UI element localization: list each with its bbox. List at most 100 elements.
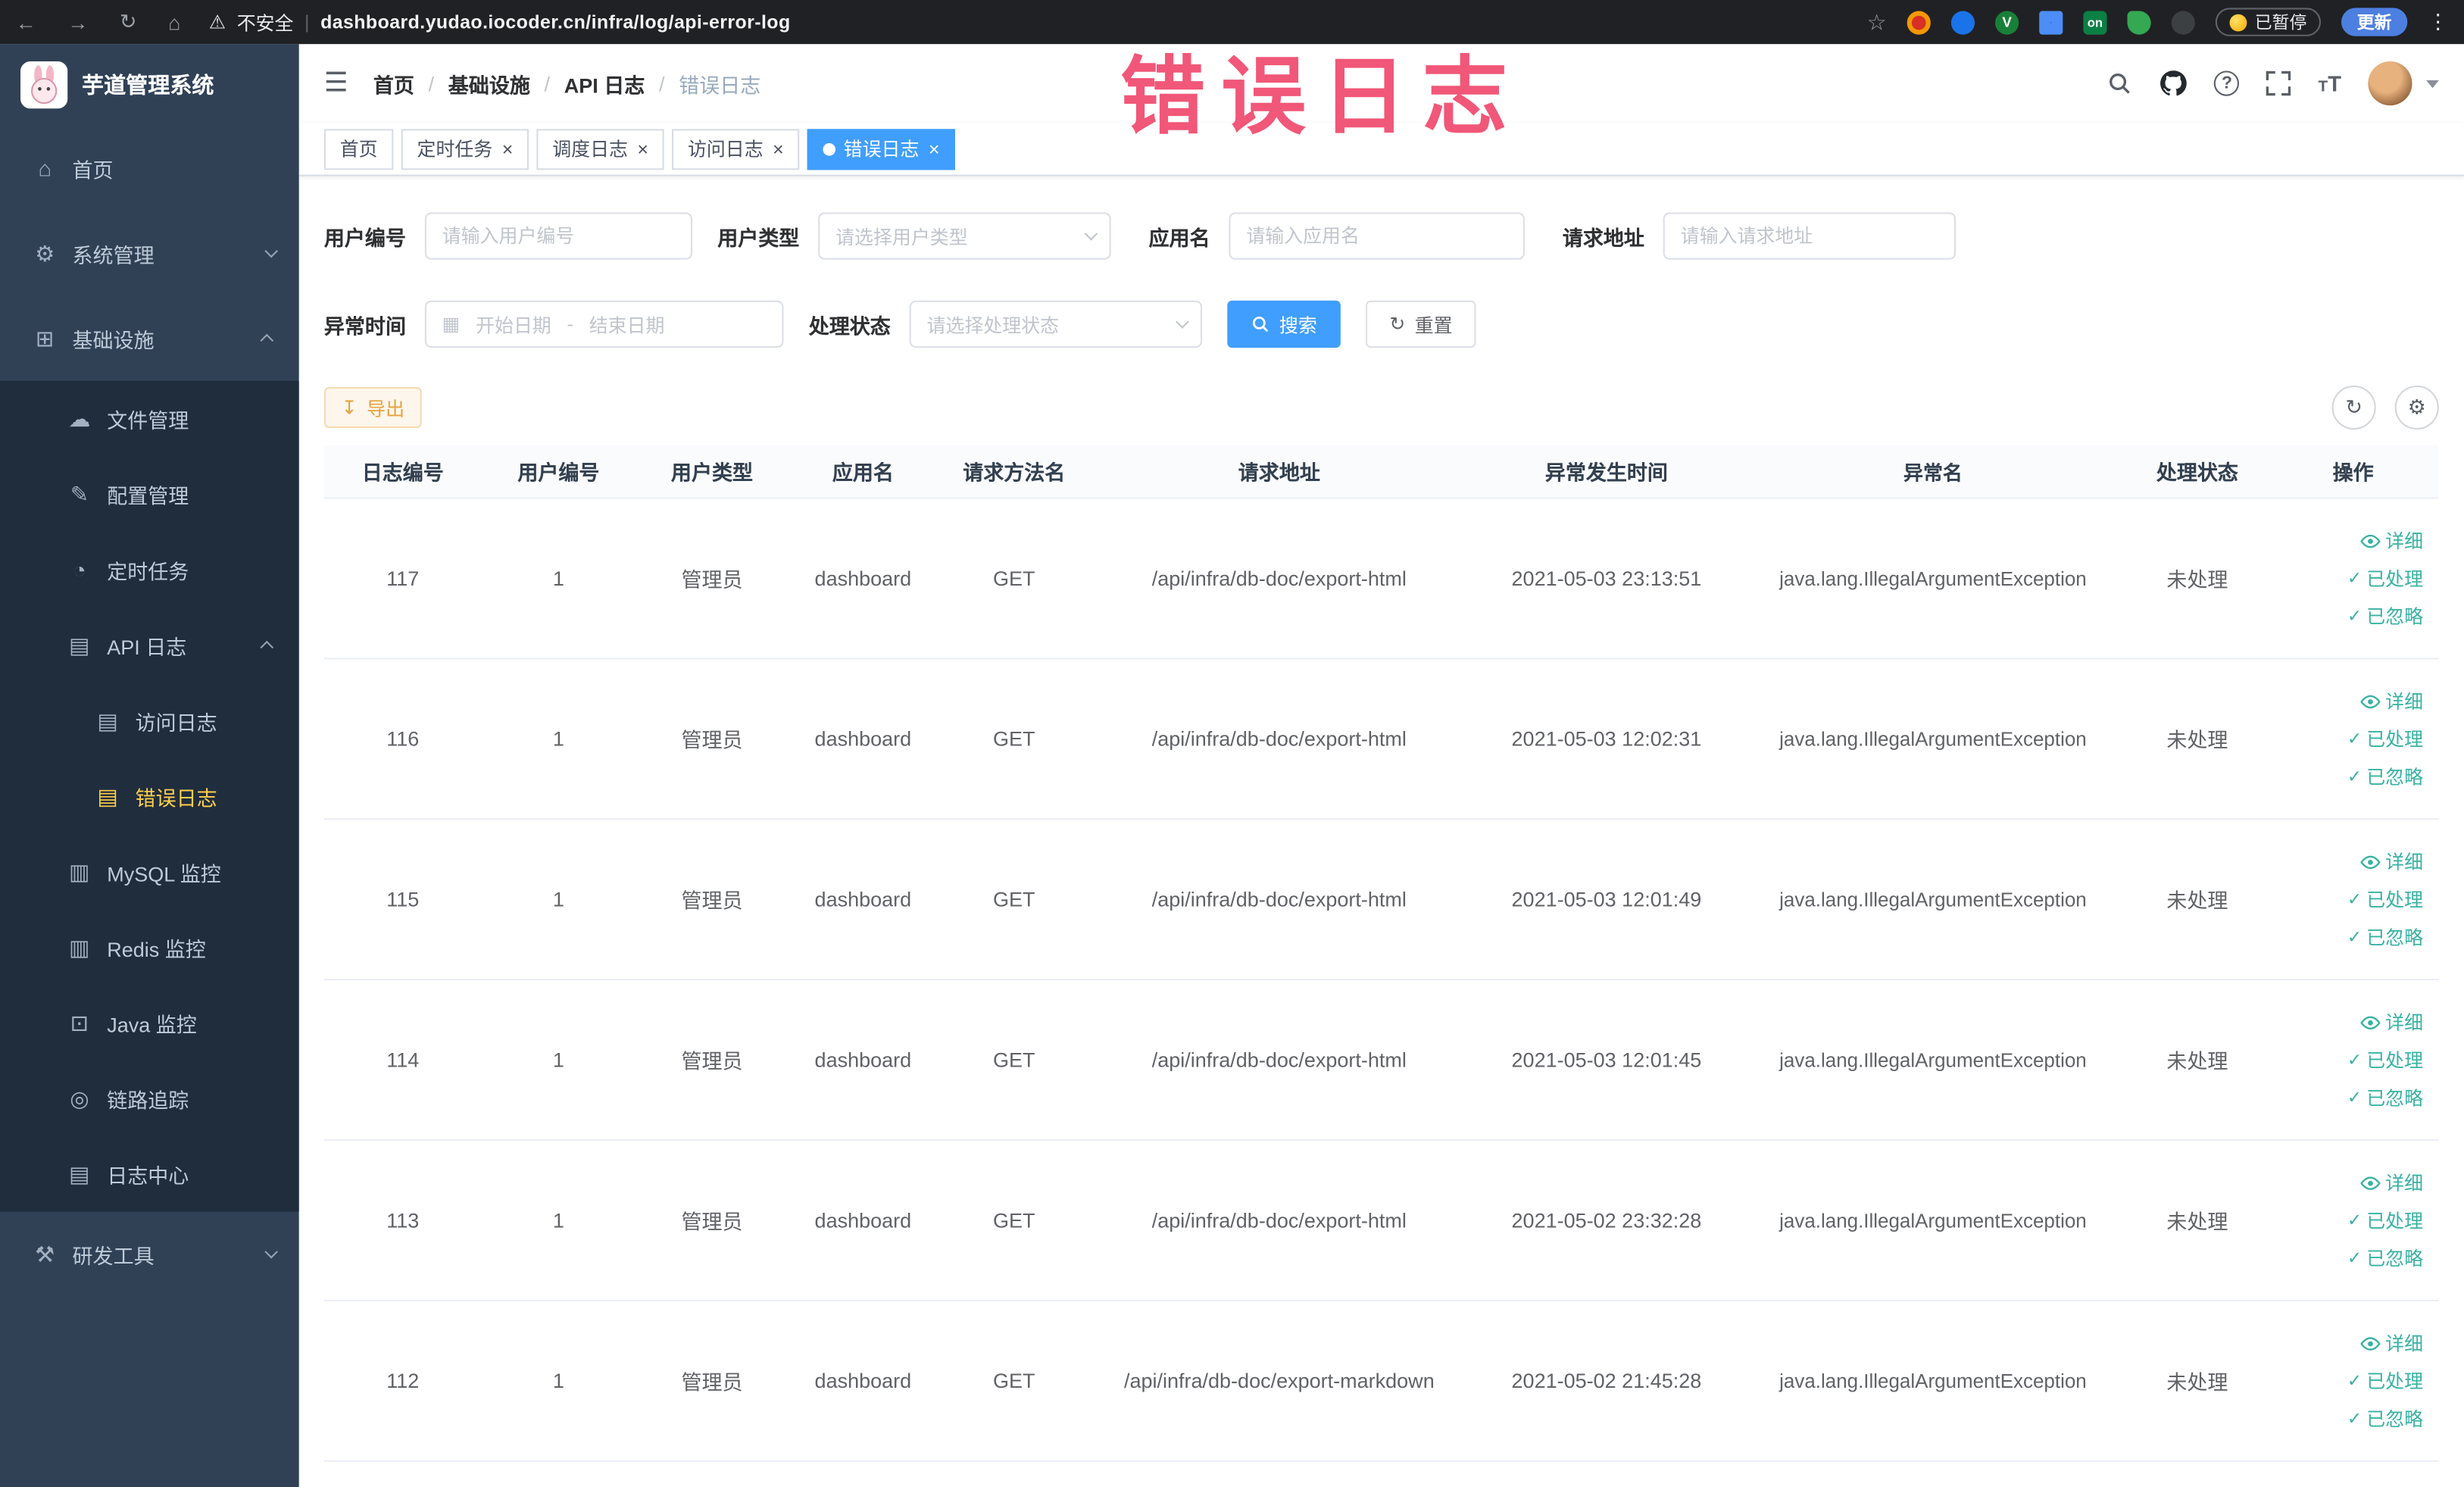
database-icon: ▥ bbox=[69, 858, 90, 884]
reload-icon[interactable]: ↻ bbox=[120, 9, 137, 34]
breadcrumb-home[interactable]: 首页 bbox=[373, 68, 414, 98]
forward-icon[interactable]: → bbox=[67, 11, 88, 34]
tab-scheduled-jobs[interactable]: 定时任务 × bbox=[401, 128, 529, 170]
detail-link[interactable]: 详细 bbox=[2360, 527, 2423, 554]
update-button[interactable]: 更新 bbox=[2341, 8, 2408, 36]
user-type-select[interactable]: 请选择用户类型 bbox=[818, 212, 1111, 260]
extension-blue-icon[interactable] bbox=[1950, 10, 1975, 34]
detail-link[interactable]: 详细 bbox=[2360, 688, 2423, 714]
ignored-link[interactable]: ✓ 已忽略 bbox=[2347, 1405, 2423, 1432]
avatar[interactable] bbox=[2368, 61, 2412, 106]
search-icon[interactable] bbox=[2107, 70, 2132, 95]
processed-link[interactable]: ✓ 已处理 bbox=[2347, 886, 2423, 913]
extension-on-badge[interactable]: on bbox=[2083, 10, 2107, 34]
close-icon[interactable]: × bbox=[502, 139, 514, 158]
github-icon[interactable] bbox=[2160, 69, 2188, 97]
ignored-link[interactable]: ✓ 已忽略 bbox=[2347, 1084, 2423, 1111]
sidebar-item-redis-monitor[interactable]: ▥ Redis 监控 bbox=[0, 909, 299, 986]
processed-link[interactable]: ✓ 已处理 bbox=[2347, 1367, 2423, 1394]
sidebar-item-system-management[interactable]: ⚙ 系统管理 bbox=[0, 211, 299, 295]
close-icon[interactable]: × bbox=[637, 139, 648, 158]
chevron-up-icon bbox=[260, 333, 274, 348]
sidebar-item-java-monitor[interactable]: ⊡ Java 监控 bbox=[0, 985, 299, 1061]
paused-badge[interactable]: 已暂停 bbox=[2215, 8, 2322, 36]
sidebar-item-infrastructure[interactable]: ⊞ 基础设施 bbox=[0, 296, 299, 381]
sidebar-item-config-management[interactable]: ✎ 配置管理 bbox=[0, 456, 299, 533]
extension-grid-icon[interactable] bbox=[2039, 10, 2063, 34]
column-settings-button[interactable]: ⚙ bbox=[2394, 385, 2439, 430]
export-button[interactable]: ↧ 导出 bbox=[323, 387, 422, 429]
sidebar-item-api-log[interactable]: ▤ API 日志 bbox=[0, 607, 299, 683]
sidebar-item-log-center[interactable]: ▤ 日志中心 bbox=[0, 1136, 299, 1212]
close-icon[interactable]: × bbox=[929, 139, 940, 158]
refresh-table-button[interactable]: ↻ bbox=[2331, 385, 2376, 430]
app-logo[interactable]: 芋道管理系统 bbox=[0, 44, 299, 126]
pencil-icon: ✎ bbox=[70, 480, 89, 506]
processed-link[interactable]: ✓ 已处理 bbox=[2347, 1046, 2423, 1073]
close-icon[interactable]: × bbox=[773, 139, 784, 158]
cell-log-id: 114 bbox=[386, 1048, 420, 1072]
extension-leaf-icon[interactable] bbox=[2127, 10, 2151, 34]
bookmark-star-icon[interactable]: ☆ bbox=[1867, 8, 1887, 35]
processed-link[interactable]: ✓ 已处理 bbox=[2347, 726, 2423, 752]
header-actions: ? TT bbox=[2107, 61, 2439, 106]
sidebar-item-error-log[interactable]: ▤ 错误日志 bbox=[0, 758, 299, 834]
home-icon[interactable]: ⌂ bbox=[168, 11, 180, 34]
breadcrumb-infrastructure[interactable]: 基础设施 bbox=[448, 68, 530, 98]
tab-home[interactable]: 首页 bbox=[323, 128, 394, 170]
address-bar[interactable]: ⚠ 不安全 | dashboard.yudao.iocoder.cn/infra… bbox=[209, 8, 791, 35]
detail-link[interactable]: 详细 bbox=[2360, 1009, 2423, 1036]
cell-status: 未处理 bbox=[2166, 728, 2228, 752]
chevron-down-icon bbox=[1176, 315, 1189, 329]
tab-error-log[interactable]: 错误日志 × bbox=[807, 128, 956, 170]
help-icon[interactable]: ? bbox=[2214, 70, 2240, 96]
fullscreen-icon[interactable] bbox=[2266, 70, 2291, 96]
tab-dispatch-log[interactable]: 调度日志 × bbox=[536, 128, 664, 170]
sidebar-item-scheduled-jobs[interactable]: ◔ 定时任务 bbox=[0, 532, 299, 608]
request-url-input[interactable] bbox=[1680, 225, 1939, 248]
extension-green-v-icon[interactable]: V bbox=[1995, 10, 2019, 34]
ignored-link[interactable]: ✓ 已忽略 bbox=[2347, 1245, 2423, 1271]
eye-icon: ◎ bbox=[70, 1085, 89, 1111]
tab-access-log[interactable]: 访问日志 × bbox=[672, 128, 800, 170]
sidebar-toggle-icon[interactable]: ☰ bbox=[324, 67, 348, 99]
detail-link[interactable]: 详细 bbox=[2360, 1329, 2423, 1356]
back-icon[interactable]: ← bbox=[16, 11, 36, 34]
cell-method: GET bbox=[993, 1208, 1035, 1232]
ignored-link[interactable]: ✓ 已忽略 bbox=[2347, 603, 2423, 629]
date-range-picker[interactable]: ▦ 开始日期 - 结束日期 bbox=[424, 300, 784, 348]
ignored-link[interactable]: ✓ 已忽略 bbox=[2347, 763, 2423, 789]
sidebar-item-dev-tools[interactable]: ⚒ 研发工具 bbox=[0, 1212, 299, 1297]
avatar-caret-icon[interactable] bbox=[2426, 79, 2439, 88]
extension-paw-icon[interactable] bbox=[2171, 10, 2195, 34]
cell-request-url: /api/infra/db-doc/export-html bbox=[1151, 887, 1407, 911]
cell-exception-name: java.lang.IllegalArgumentException bbox=[1779, 567, 2087, 589]
processed-link[interactable]: ✓ 已处理 bbox=[2347, 1207, 2423, 1233]
user-id-input[interactable] bbox=[442, 225, 676, 248]
ignored-link[interactable]: ✓ 已忽略 bbox=[2347, 923, 2423, 950]
breadcrumb-api-log[interactable]: API 日志 bbox=[564, 68, 645, 98]
eye-icon bbox=[2360, 854, 2381, 869]
cell-log-id: 112 bbox=[386, 1369, 420, 1393]
sidebar-item-trace[interactable]: ◎ 链路追踪 bbox=[0, 1061, 299, 1136]
sidebar-item-home[interactable]: ⌂ 首页 bbox=[0, 126, 299, 211]
browser-menu-kebab-icon[interactable]: ⋮ bbox=[2428, 9, 2448, 34]
font-size-icon[interactable]: TT bbox=[2319, 70, 2341, 95]
breadcrumb-separator: / bbox=[659, 71, 665, 95]
processed-link[interactable]: ✓ 已处理 bbox=[2347, 565, 2423, 592]
extension-red-icon[interactable] bbox=[1907, 10, 1931, 34]
reset-button[interactable]: ↻ 重置 bbox=[1366, 300, 1476, 348]
breadcrumb: 首页 / 基础设施 / API 日志 / 错误日志 bbox=[373, 68, 760, 98]
sidebar-item-file-management[interactable]: ☁ 文件管理 bbox=[0, 380, 299, 457]
detail-link[interactable]: 详细 bbox=[2360, 1169, 2423, 1195]
sidebar-item-mysql-monitor[interactable]: ▥ MySQL 监控 bbox=[0, 833, 299, 910]
sidebar-item-access-log[interactable]: ▤ 访问日志 bbox=[0, 683, 299, 759]
ignored-label: 已忽略 bbox=[2366, 1408, 2424, 1431]
search-button[interactable]: 搜索 bbox=[1227, 300, 1341, 348]
app-name-input[interactable] bbox=[1246, 225, 1508, 248]
chevron-down-icon bbox=[264, 1245, 278, 1259]
breadcrumb-current: 错误日志 bbox=[679, 73, 761, 97]
cell-log-id: 117 bbox=[386, 566, 420, 590]
detail-link[interactable]: 详细 bbox=[2360, 848, 2423, 875]
process-status-select[interactable]: 请选择处理状态 bbox=[909, 300, 1203, 348]
